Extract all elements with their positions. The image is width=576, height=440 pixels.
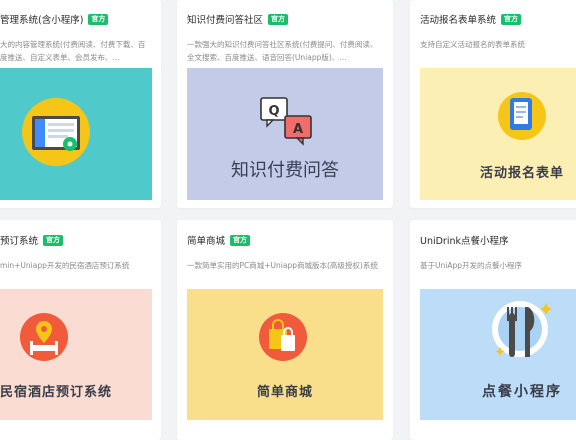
thumbnail-caption: 简单商城 (256, 385, 313, 400)
card-title[interactable]: 知识付费问答社区 (187, 12, 263, 26)
card-thumbnail[interactable]: 活动报名表单 (420, 68, 576, 200)
card-title[interactable]: 活动报名表单系统 (420, 12, 496, 26)
location-bed-icon (20, 313, 68, 361)
card-title[interactable]: 管理系统(含小程序) (0, 12, 83, 26)
admin-dashboard-icon (22, 98, 90, 166)
thumbnail-caption: 知识付费问答 (231, 160, 339, 181)
product-card-cms[interactable]: 管理系统(含小程序) 官方 大的内容管理系统(付费阅读、付费下载、百度推送、自定… (0, 0, 161, 208)
card-thumbnail[interactable]: 简单商城 (187, 289, 383, 420)
card-description: 基于UniApp开发的点餐小程序 (420, 261, 522, 270)
card-title-wrap: 知识付费问答社区 官方 (187, 12, 289, 26)
product-card-hotel-booking[interactable]: 预订系统 官方 min+Uniapp开发的民宿酒店预订系统 民宿酒店预订系统 (0, 220, 161, 440)
svg-text:Q: Q (268, 104, 279, 119)
card-description: 支持自定义活动报名的表单系统 (420, 40, 525, 49)
card-title[interactable]: UniDrink点餐小程序 (420, 233, 509, 247)
official-badge: 官方 (43, 234, 64, 246)
svg-text:A: A (293, 122, 303, 137)
official-badge: 官方 (501, 13, 522, 25)
card-title-wrap: 活动报名表单系统 官方 (420, 12, 522, 26)
thumbnail-caption: 活动报名表单 (480, 166, 565, 181)
card-title[interactable]: 简单商城 (187, 233, 225, 247)
card-thumbnail[interactable]: Q A 知识付费问答 (187, 68, 383, 200)
card-description: 大的内容管理系统(付费阅读、付费下载、百度推送、自定义表单、会员发布、… (0, 40, 146, 62)
card-thumbnail[interactable]: 点餐小程序 (420, 289, 576, 420)
thumbnail-caption: 民宿酒店预订系统 (0, 385, 113, 400)
official-badge: 官方 (268, 13, 289, 25)
card-description: min+Uniapp开发的民宿酒店预订系统 (0, 261, 130, 270)
card-title-wrap: 简单商城 官方 (187, 233, 251, 247)
product-card-qa-community[interactable]: 知识付费问答社区 官方 一款强大的知识付费问答社区系统(付费提问、付费阅读、全文… (177, 0, 393, 208)
card-description: 一款简单实用的PC商城+Uniapp商城版本(高级授权)系统 (187, 261, 378, 270)
shopping-bag-icon (259, 313, 307, 361)
product-card-unidrink[interactable]: UniDrink点餐小程序 基于UniApp开发的点餐小程序 点餐小程序 (410, 220, 576, 440)
official-badge: 官方 (88, 13, 109, 25)
card-description: 一款强大的知识付费问答社区系统(付费提问、付费阅读、全文搜索、百度推送、语音回答… (187, 40, 378, 62)
card-title-wrap: 管理系统(含小程序) 官方 (0, 12, 109, 26)
card-title-wrap: 预订系统 官方 (0, 233, 64, 247)
product-card-simple-shop[interactable]: 简单商城 官方 一款简单实用的PC商城+Uniapp商城版本(高级授权)系统 简… (177, 220, 393, 440)
official-badge: 官方 (230, 234, 251, 246)
card-thumbnail[interactable]: 民宿酒店预订系统 (0, 289, 152, 420)
card-title-wrap: UniDrink点餐小程序 (420, 233, 509, 247)
card-thumbnail[interactable] (0, 68, 152, 200)
thumbnail-caption: 点餐小程序 (482, 384, 562, 400)
card-title[interactable]: 预订系统 (0, 233, 38, 247)
product-card-event-form[interactable]: 活动报名表单系统 官方 支持自定义活动报名的表单系统 活动报名表单 (410, 0, 576, 208)
